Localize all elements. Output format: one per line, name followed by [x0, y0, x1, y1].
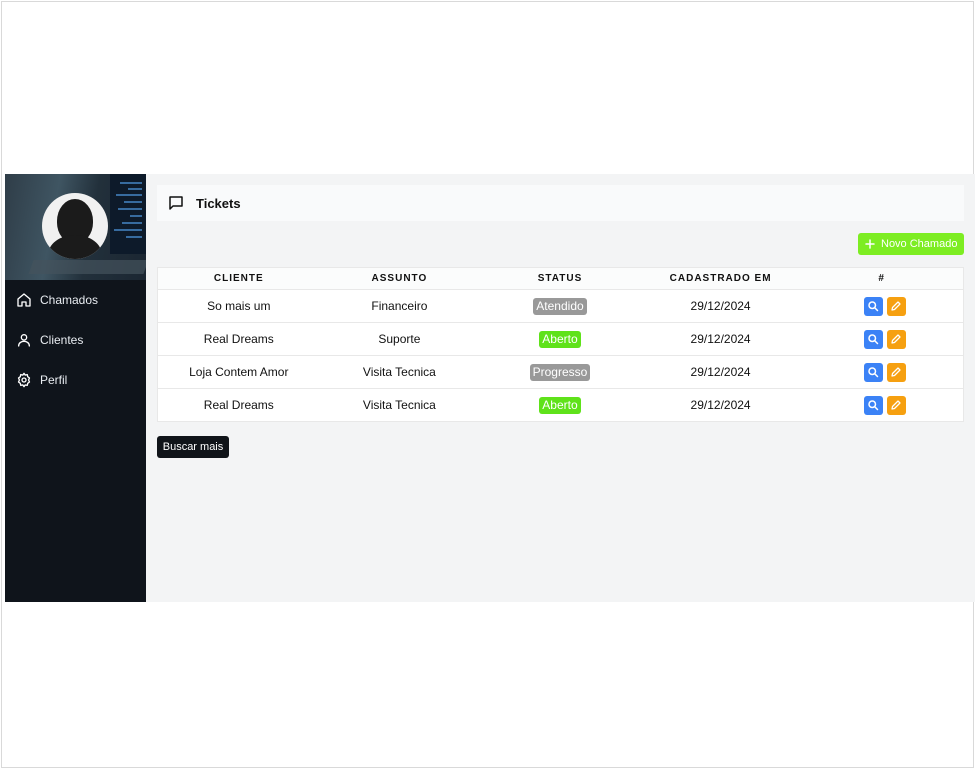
screenshot-frame: Chamados Clientes Perfil Tickets Novo Ch…	[1, 1, 975, 768]
status-badge: Atendido	[533, 297, 587, 315]
search-icon	[868, 301, 879, 312]
banner-monitor	[110, 174, 146, 254]
search-icon	[868, 367, 879, 378]
column-header: CLIENTE	[213, 273, 264, 284]
table-row: So mais um Financeiro Atendido 29/12/202…	[158, 289, 963, 322]
status-badge: Progresso	[529, 363, 591, 381]
row-actions	[800, 362, 963, 382]
cell-cadastrado: 29/12/2024	[690, 365, 751, 379]
cell-assunto: Financeiro	[371, 299, 428, 313]
cell-cliente: Real Dreams	[203, 398, 274, 412]
cell-cliente: Real Dreams	[203, 332, 274, 346]
user-icon	[18, 334, 30, 347]
status-badge: Aberto	[539, 330, 581, 348]
row-actions	[800, 395, 963, 415]
message-icon	[169, 196, 183, 210]
row-actions	[800, 296, 963, 316]
table-row: Loja Contem Amor Visita Tecnica Progress…	[158, 355, 963, 388]
cell-assunto: Suporte	[378, 332, 421, 346]
column-header: STATUS	[537, 273, 583, 284]
pencil-icon	[891, 334, 901, 344]
sidebar-item-label: Perfil	[40, 373, 68, 387]
new-ticket-button[interactable]: Novo Chamado	[858, 233, 964, 255]
sidebar-item-chamados[interactable]: Chamados	[5, 280, 146, 320]
table-row: Real Dreams Visita Tecnica Aberto 29/12/…	[158, 388, 963, 421]
main-content: Tickets Novo Chamado CLIENTE ASSUNTO STA…	[146, 174, 975, 602]
sidebar: Chamados Clientes Perfil	[5, 174, 146, 602]
view-ticket-button[interactable]	[863, 395, 883, 415]
row-actions	[800, 329, 963, 349]
avatar[interactable]	[42, 193, 108, 259]
column-header: #	[878, 273, 885, 284]
sidebar-item-label: Chamados	[40, 293, 99, 307]
cell-cadastrado: 29/12/2024	[690, 398, 751, 412]
search-icon	[868, 400, 879, 411]
page-title: Tickets	[196, 195, 241, 211]
tickets-table: CLIENTE ASSUNTO STATUS CADASTRADO EM # S…	[157, 267, 964, 422]
pencil-icon	[891, 400, 901, 410]
sidebar-item-perfil[interactable]: Perfil	[5, 360, 146, 400]
edit-ticket-button[interactable]	[886, 362, 906, 382]
gear-icon	[17, 372, 31, 388]
view-ticket-button[interactable]	[863, 296, 883, 316]
table-row: Real Dreams Suporte Aberto 29/12/2024	[158, 322, 963, 355]
plus-icon	[865, 239, 875, 249]
cell-assunto: Visita Tecnica	[362, 365, 436, 379]
column-header: CADASTRADO EM	[669, 273, 772, 284]
profile-banner	[5, 174, 146, 280]
banner-keyboard	[28, 260, 146, 274]
new-ticket-label: Novo Chamado	[881, 238, 958, 250]
sidebar-item-label: Clientes	[40, 333, 84, 347]
cell-cadastrado: 29/12/2024	[690, 332, 751, 346]
cell-cliente: So mais um	[207, 299, 271, 313]
home-icon	[17, 293, 31, 307]
sidebar-nav: Chamados Clientes Perfil	[5, 280, 146, 400]
cell-cliente: Loja Contem Amor	[189, 365, 289, 379]
sidebar-item-clientes[interactable]: Clientes	[5, 320, 146, 360]
edit-ticket-button[interactable]	[886, 395, 906, 415]
view-ticket-button[interactable]	[863, 362, 883, 382]
cell-assunto: Visita Tecnica	[362, 398, 436, 412]
app-window: Chamados Clientes Perfil Tickets Novo Ch…	[5, 174, 975, 602]
pencil-icon	[891, 367, 901, 377]
page-header: Tickets	[157, 185, 964, 221]
table-header: CLIENTE ASSUNTO STATUS CADASTRADO EM #	[158, 268, 963, 289]
edit-ticket-button[interactable]	[886, 329, 906, 349]
column-header: ASSUNTO	[371, 273, 428, 284]
view-ticket-button[interactable]	[863, 329, 883, 349]
load-more-button[interactable]: Buscar mais	[157, 436, 229, 458]
cell-cadastrado: 29/12/2024	[690, 299, 751, 313]
pencil-icon	[891, 301, 901, 311]
edit-ticket-button[interactable]	[886, 296, 906, 316]
search-icon	[868, 334, 879, 345]
status-badge: Aberto	[539, 396, 581, 414]
